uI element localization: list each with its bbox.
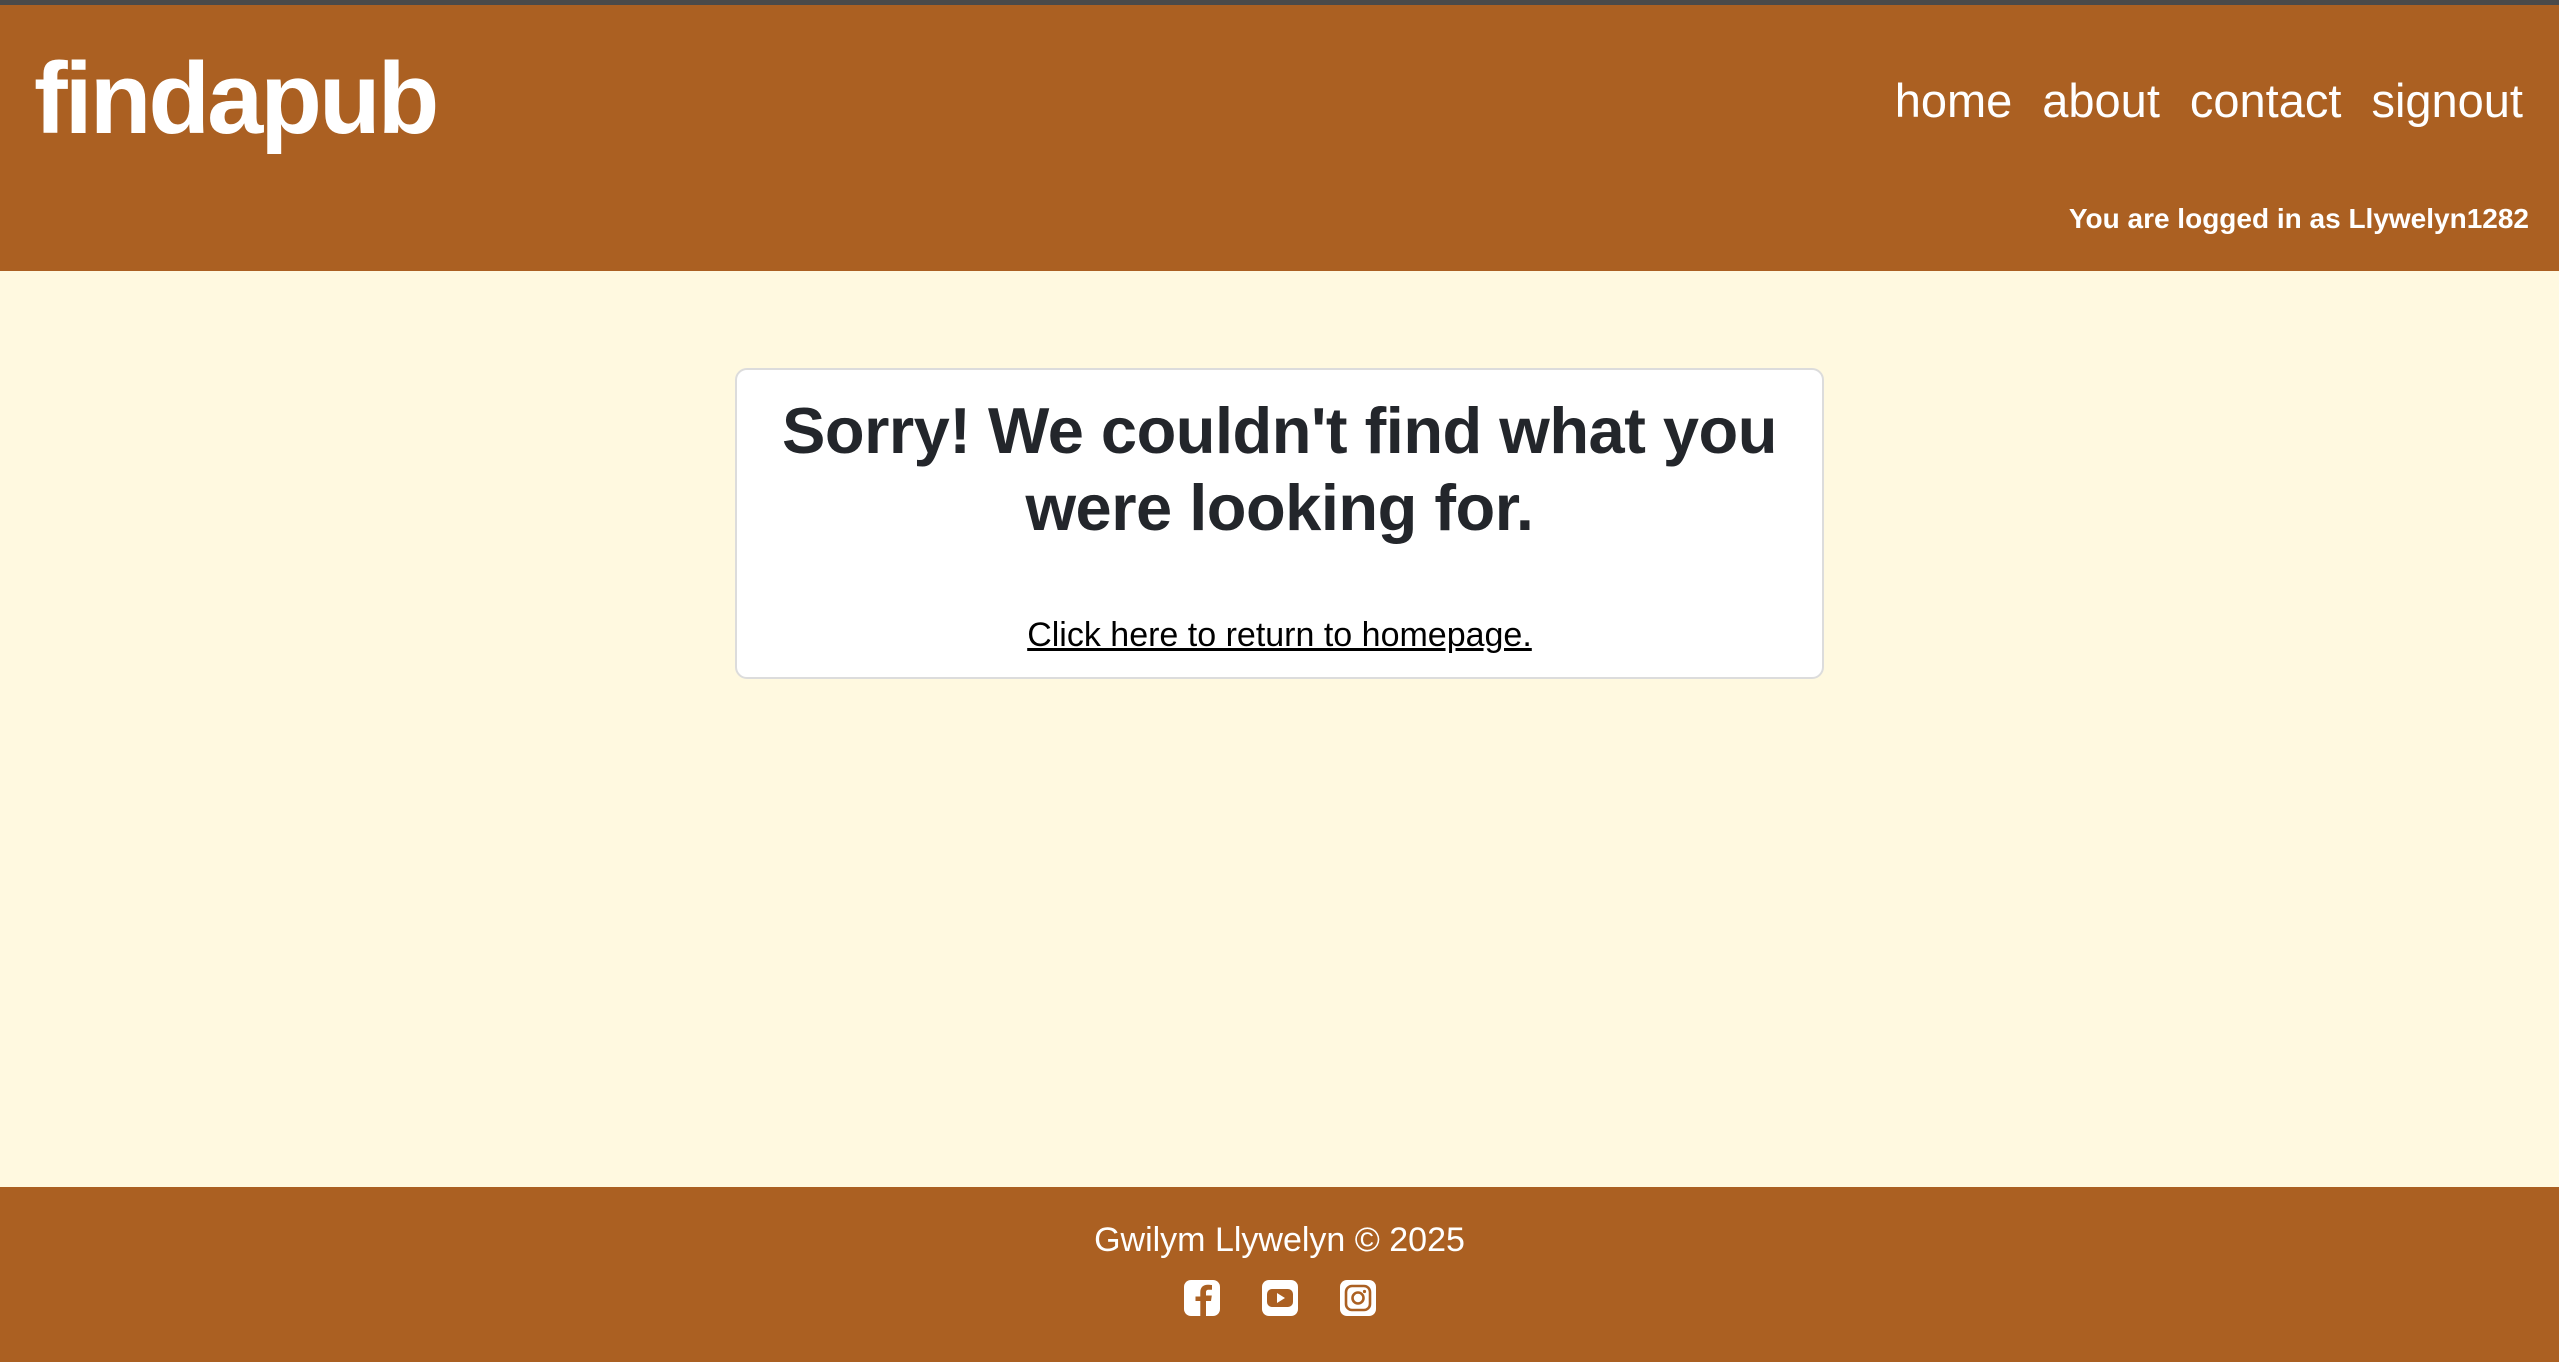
- main-nav: home about contact signout: [1895, 75, 2523, 127]
- site-logo[interactable]: findapub: [34, 49, 439, 150]
- youtube-link[interactable]: [1260, 1278, 1300, 1318]
- return-home-link[interactable]: Click here to return to homepage.: [1027, 616, 1532, 655]
- instagram-link[interactable]: [1338, 1278, 1378, 1318]
- not-found-card: Sorry! We couldn't find what you were lo…: [735, 368, 1824, 679]
- site-header: findapub home about contact signout You …: [0, 5, 2559, 271]
- nav-contact-link[interactable]: contact: [2190, 75, 2342, 127]
- facebook-icon: [1183, 1280, 1220, 1316]
- youtube-icon: [1261, 1280, 1298, 1316]
- not-found-heading: Sorry! We couldn't find what you were lo…: [782, 394, 1777, 544]
- nav-about-link[interactable]: about: [2042, 75, 2160, 127]
- instagram-icon: [1339, 1280, 1376, 1316]
- login-status: You are logged in as Llywelyn1282: [2068, 203, 2529, 234]
- site-footer: Gwilym Llywelyn © 2025: [0, 1187, 2559, 1362]
- nav-home-link[interactable]: home: [1895, 75, 2013, 127]
- facebook-link[interactable]: [1182, 1278, 1222, 1318]
- nav-signout-link[interactable]: signout: [2371, 75, 2523, 127]
- footer-credit: Gwilym Llywelyn © 2025: [1094, 1221, 1465, 1259]
- social-links: [0, 1278, 2559, 1318]
